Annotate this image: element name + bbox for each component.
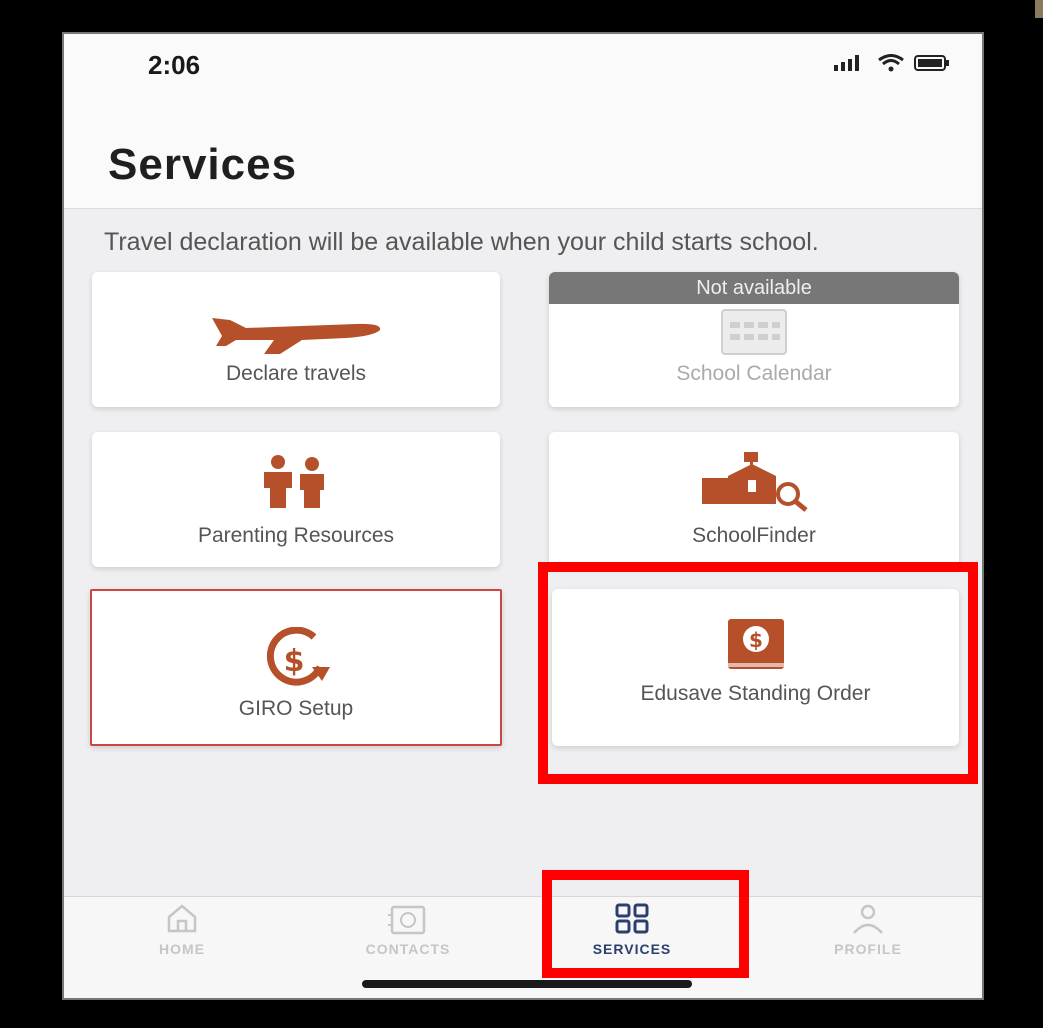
parenting-resources-tile[interactable]: Parenting Resources xyxy=(92,432,500,567)
edusave-highlight-box xyxy=(538,562,978,784)
signal-icon xyxy=(834,55,859,71)
school-search-icon xyxy=(702,452,808,512)
parenting-resources-label: Parenting Resources xyxy=(197,524,395,547)
dollar-cycle-icon: $ xyxy=(266,627,330,686)
parents-icon xyxy=(264,455,324,508)
status-time: 2:06 xyxy=(148,50,201,80)
services-highlight-box xyxy=(542,870,749,978)
declare-travels-tile[interactable]: Declare travels xyxy=(92,272,500,407)
profile-icon xyxy=(853,904,883,934)
nav-home[interactable]: HOME xyxy=(92,897,272,987)
nav-contacts-label: CONTACTS xyxy=(365,941,451,957)
school-calendar-tile: Not available School Calendar xyxy=(549,272,959,407)
battery-icon xyxy=(914,55,949,71)
home-indicator xyxy=(362,980,692,988)
header: Services xyxy=(64,104,982,209)
nav-profile[interactable]: PROFILE xyxy=(778,897,958,987)
svg-text:$: $ xyxy=(284,644,305,679)
giro-setup-tile[interactable]: $ GIRO Setup xyxy=(90,589,502,746)
page-title: Services xyxy=(108,140,298,189)
contacts-icon xyxy=(388,905,426,935)
nav-profile-label: PROFILE xyxy=(834,941,902,957)
declare-travels-label: Declare travels xyxy=(225,362,367,385)
schoolfinder-tile[interactable]: SchoolFinder xyxy=(549,432,959,567)
nav-home-label: HOME xyxy=(159,941,205,957)
corner-mark xyxy=(1035,0,1043,18)
travel-notice: Travel declaration will be available whe… xyxy=(104,228,819,256)
airplane-icon xyxy=(212,318,381,354)
status-icons xyxy=(834,54,950,72)
calendar-icon xyxy=(721,309,787,355)
status-bar: 2:06 xyxy=(64,34,982,104)
nav-contacts[interactable]: CONTACTS xyxy=(318,897,498,987)
not-available-banner: Not available xyxy=(549,272,959,304)
giro-setup-label: GIRO Setup xyxy=(238,697,354,720)
schoolfinder-label: SchoolFinder xyxy=(692,524,816,547)
home-icon xyxy=(167,904,197,933)
phone-screen: 2:06 Services Travel declaration will be xyxy=(62,32,984,1000)
school-calendar-label: School Calendar xyxy=(676,362,832,385)
wifi-icon xyxy=(878,54,904,72)
